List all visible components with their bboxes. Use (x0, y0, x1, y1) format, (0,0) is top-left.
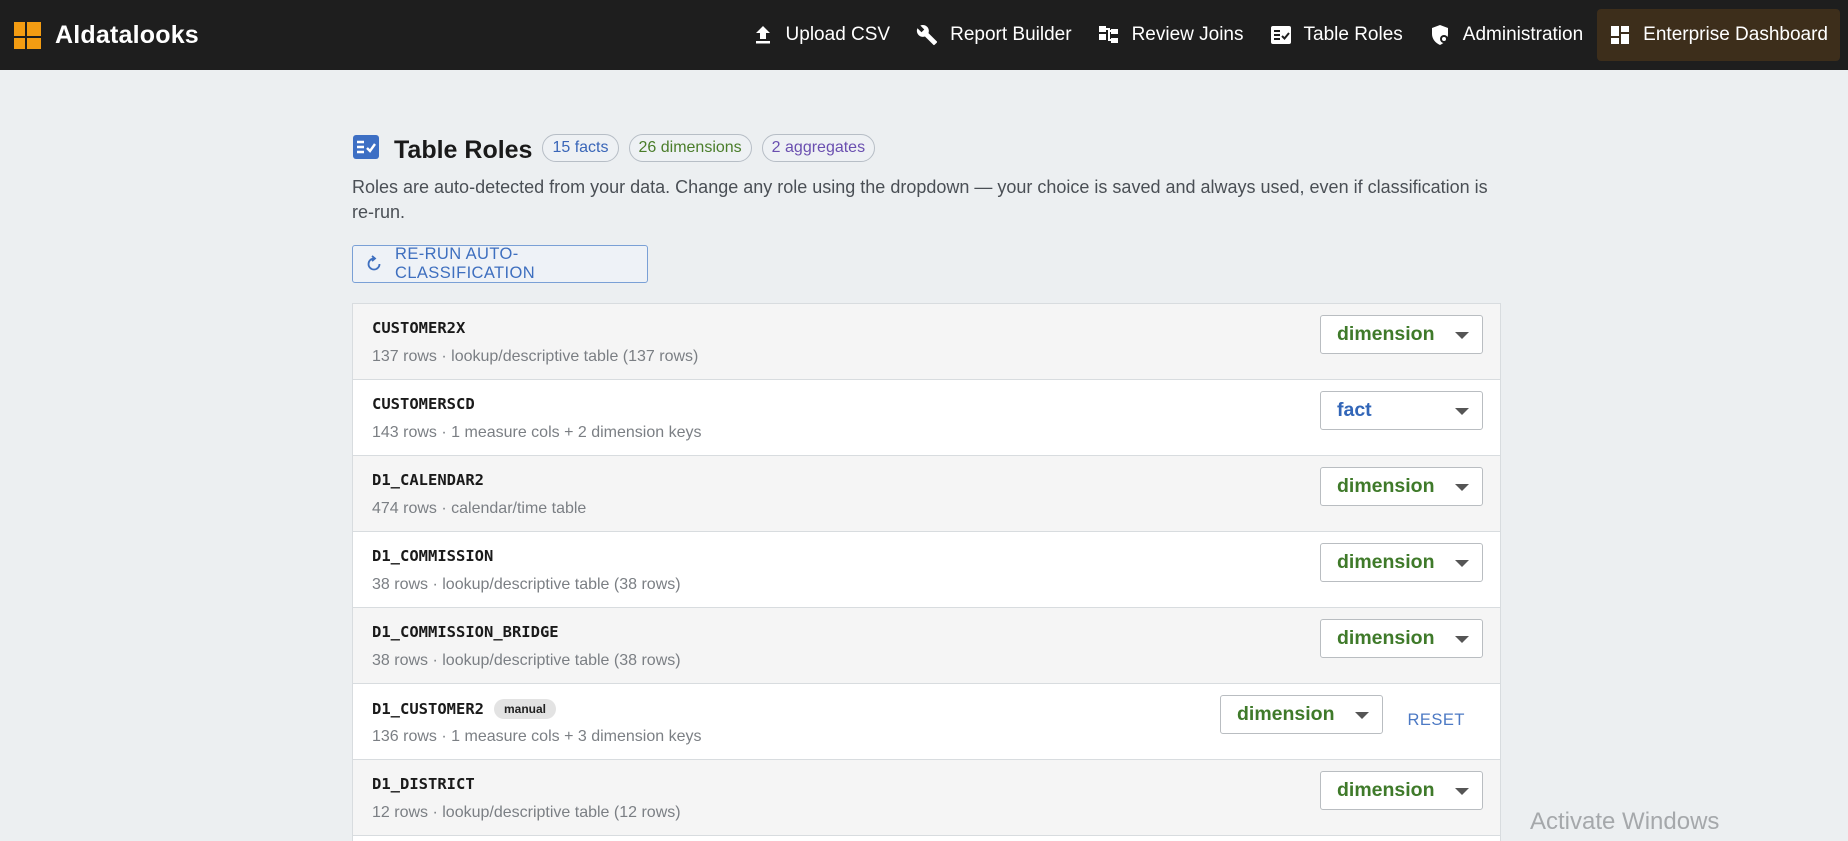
nav-label: Review Joins (1131, 24, 1244, 45)
nav-administration[interactable]: Administration (1417, 9, 1595, 61)
table-check-icon (1270, 24, 1292, 46)
table-check-icon (352, 134, 380, 162)
nav-label: Upload CSV (785, 24, 891, 45)
top-app-bar: Aldatalooks Upload CSV Report Builder Re… (0, 0, 1848, 70)
list-item: D1_COMMISSION 38 rows · lookup/descripti… (353, 532, 1500, 608)
role-value: dimension (1337, 475, 1435, 497)
app-logo-icon (14, 21, 41, 49)
dashboard-icon (1609, 24, 1631, 46)
activate-windows-watermark: Activate Windows (1530, 808, 1720, 835)
reset-button[interactable]: RESET (1407, 711, 1465, 730)
role-value: dimension (1337, 779, 1435, 801)
app-name: Aldatalooks (55, 20, 199, 49)
page-description: Roles are auto-detected from your data. … (352, 177, 1488, 222)
list-item: D1_CALENDAR2 474 rows · calendar/time ta… (353, 456, 1500, 532)
table-meta: 38 rows · lookup/descriptive table (38 r… (372, 576, 681, 593)
list-item: D1_COMMISSION_BRIDGE 38 rows · lookup/de… (353, 608, 1500, 684)
list-item: D1_DISTRICT 12 rows · lookup/descriptive… (353, 760, 1500, 836)
role-value: dimension (1337, 627, 1435, 649)
shield-gear-icon (1429, 24, 1451, 46)
nav-table-roles[interactable]: Table Roles (1258, 9, 1415, 61)
role-select[interactable]: dimension (1320, 619, 1483, 658)
upload-icon (752, 24, 774, 46)
role-value: dimension (1337, 323, 1435, 345)
nav-upload-csv[interactable]: Upload CSV (740, 9, 903, 61)
page-title: Table Roles (394, 136, 533, 164)
wrench-icon (916, 24, 938, 46)
rerun-classification-button[interactable]: RE-RUN AUTO-CLASSIFICATION (352, 245, 648, 283)
table-roles-list: CUSTOMER2X 137 rows · lookup/descriptive… (352, 303, 1501, 841)
table-name: CUSTOMERSCD (372, 395, 475, 413)
nav-enterprise-dashboard[interactable]: Enterprise Dashboard (1597, 9, 1840, 61)
table-meta: 143 rows · 1 measure cols + 2 dimension … (372, 424, 702, 441)
brand[interactable]: Aldatalooks (14, 21, 199, 50)
nav-label: Administration (1462, 24, 1584, 45)
list-item: CUSTOMERSCD 143 rows · 1 measure cols + … (353, 380, 1500, 456)
table-name: D1_COMMISSION_BRIDGE (372, 623, 559, 641)
table-meta: 137 rows · lookup/descriptive table (137… (372, 348, 699, 365)
table-name: D1_CALENDAR2 (372, 471, 484, 489)
list-item (353, 836, 1500, 841)
nav-label: Enterprise Dashboard (1643, 24, 1828, 45)
table-name: D1_DISTRICT (372, 775, 475, 793)
dimensions-count-chip: 26 dimensions (628, 133, 752, 162)
rerun-label: RE-RUN AUTO-CLASSIFICATION (395, 245, 536, 282)
manual-badge: manual (493, 699, 556, 719)
nav-report-builder[interactable]: Report Builder (904, 9, 1083, 61)
table-name: D1_COMMISSION (372, 547, 494, 565)
hierarchy-icon (1098, 24, 1120, 46)
table-meta: 38 rows · lookup/descriptive table (38 r… (372, 652, 681, 669)
nav-review-joins[interactable]: Review Joins (1086, 9, 1256, 61)
table-name: D1_CUSTOMER2 manual (372, 699, 556, 719)
chevron-down-icon (1455, 788, 1469, 795)
table-meta: 136 rows · 1 measure cols + 3 dimension … (372, 728, 702, 745)
page-header: Table Roles 15 facts 26 dimensions 2 agg… (352, 130, 885, 165)
role-value: dimension (1237, 703, 1335, 725)
facts-count-chip: 15 facts (542, 133, 619, 162)
main-nav: Upload CSV Report Builder Review Joins T… (738, 0, 1840, 70)
role-select[interactable]: dimension (1320, 771, 1483, 810)
role-select[interactable]: dimension (1320, 543, 1483, 582)
role-select[interactable]: dimension (1320, 467, 1483, 506)
role-select[interactable]: dimension (1320, 315, 1483, 354)
list-item: D1_CUSTOMER2 manual 136 rows · 1 measure… (353, 684, 1500, 760)
chevron-down-icon (1455, 408, 1469, 415)
table-name: CUSTOMER2X (372, 319, 466, 337)
table-meta: 12 rows · lookup/descriptive table (12 r… (372, 804, 681, 821)
chevron-down-icon (1455, 636, 1469, 643)
role-select[interactable]: fact (1320, 391, 1483, 430)
table-meta: 474 rows · calendar/time table (372, 500, 587, 517)
list-item: CUSTOMER2X 137 rows · lookup/descriptive… (353, 304, 1500, 380)
role-value: dimension (1337, 551, 1435, 573)
chevron-down-icon (1455, 560, 1469, 567)
nav-label: Table Roles (1303, 24, 1403, 45)
refresh-icon (365, 255, 383, 273)
chevron-down-icon (1455, 484, 1469, 491)
role-select[interactable]: dimension (1220, 695, 1383, 734)
chevron-down-icon (1355, 712, 1369, 719)
aggregates-count-chip: 2 aggregates (761, 133, 876, 162)
role-value: fact (1337, 399, 1372, 421)
chevron-down-icon (1455, 332, 1469, 339)
nav-label: Report Builder (950, 24, 1072, 45)
